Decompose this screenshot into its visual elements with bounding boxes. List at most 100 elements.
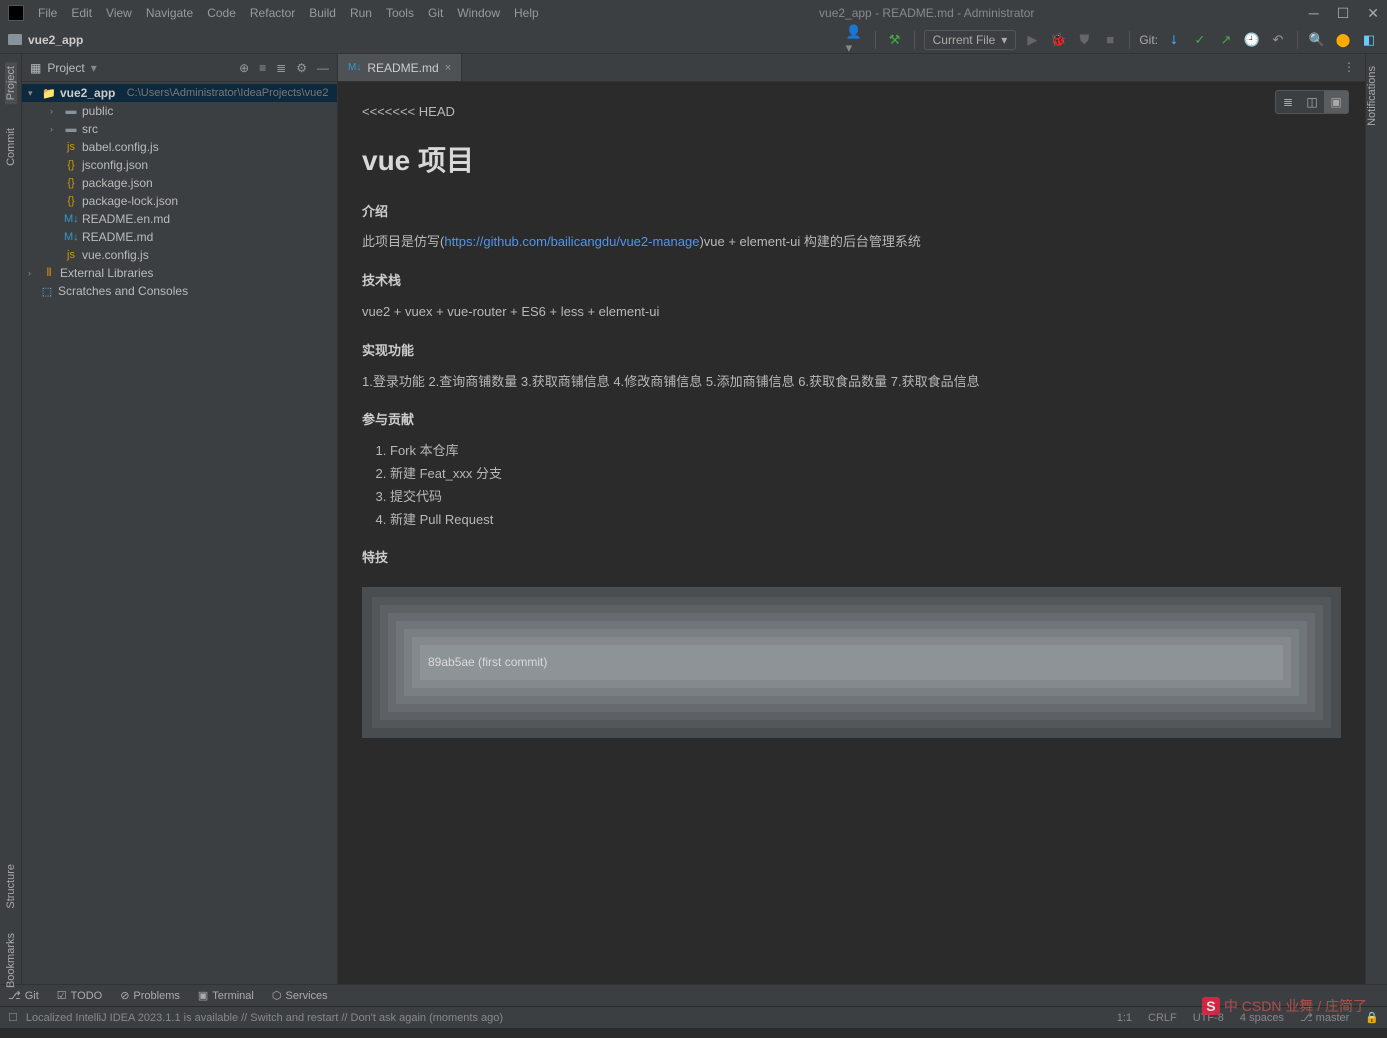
tree-folder-src[interactable]: ›▬src [22, 120, 337, 138]
tree-folder-public[interactable]: ›▬public [22, 102, 337, 120]
menu-build[interactable]: Build [303, 4, 342, 22]
git-update-icon[interactable]: ⭣ [1164, 30, 1184, 50]
preview-mode-toggle: ≣ ◫ ▣ [1275, 90, 1349, 114]
menu-edit[interactable]: Edit [65, 4, 98, 22]
search-icon[interactable]: 🔍 [1307, 30, 1327, 50]
folder-icon [8, 34, 22, 45]
hamburger-icon[interactable]: ◧ [1359, 30, 1379, 50]
doc-section: 参与贡献 [362, 410, 1341, 431]
tree-file[interactable]: {}jsconfig.json [22, 156, 337, 174]
menu-help[interactable]: Help [508, 4, 545, 22]
tree-file[interactable]: jsbabel.config.js [22, 138, 337, 156]
tab-label: README.md [367, 61, 438, 75]
nested-block: 89ab5ae (first commit) [362, 587, 1341, 738]
tree-file[interactable]: {}package.json [22, 174, 337, 192]
chevron-down-icon[interactable]: ▾ [91, 61, 97, 75]
editor-area: M↓ README.md × ⋮ ≣ ◫ ▣ <<<<<<< HEAD vue … [338, 54, 1365, 984]
tool-commit[interactable]: Commit [5, 124, 17, 170]
expand-icon[interactable]: ≡ [259, 61, 266, 75]
status-message[interactable]: Localized IntelliJ IDEA 2023.1.1 is avai… [26, 1012, 503, 1024]
sidebar-title[interactable]: Project [47, 61, 84, 75]
close-tab-icon[interactable]: × [445, 62, 451, 74]
minimize-button[interactable]: ─ [1309, 5, 1319, 22]
tree-ext-lib[interactable]: ›⫴External Libraries [22, 264, 337, 282]
markdown-preview[interactable]: <<<<<<< HEAD vue 项目 介绍 此项目是仿写(https://gi… [338, 82, 1365, 984]
tree-file[interactable]: jsvue.config.js [22, 246, 337, 264]
ide-settings-icon[interactable]: ⬤ [1333, 30, 1353, 50]
tool-structure[interactable]: Structure [5, 860, 17, 913]
coverage-icon[interactable]: ⛊ [1074, 30, 1094, 50]
preview-mode-icon[interactable]: ▣ [1324, 91, 1348, 113]
line-sep[interactable]: CRLF [1148, 1012, 1177, 1024]
tree-file[interactable]: M↓README.md [22, 228, 337, 246]
status-icon[interactable]: ☐ [8, 1011, 18, 1024]
run-config-select[interactable]: Current File▾ [924, 30, 1017, 50]
doc-link[interactable]: https://github.com/bailicangdu/vue2-mana… [444, 234, 699, 249]
merge-head-marker: <<<<<<< HEAD [362, 102, 1341, 123]
menu-git[interactable]: Git [422, 4, 449, 22]
run-icon[interactable]: ▶ [1022, 30, 1042, 50]
doc-section: 介绍 [362, 202, 1341, 223]
tool-todo[interactable]: ☑ TODO [57, 989, 102, 1002]
editor-mode-icon[interactable]: ≣ [1276, 91, 1300, 113]
status-bar: ☐ Localized IntelliJ IDEA 2023.1.1 is av… [0, 1006, 1387, 1028]
locate-icon[interactable]: ⊕ [239, 61, 249, 75]
menu-file[interactable]: File [32, 4, 63, 22]
menu-view[interactable]: View [100, 4, 138, 22]
git-rollback-icon[interactable]: ↶ [1268, 30, 1288, 50]
doc-h1: vue 项目 [362, 139, 1341, 184]
git-push-icon[interactable]: ↗ [1216, 30, 1236, 50]
doc-section: 实现功能 [362, 341, 1341, 362]
markdown-icon: M↓ [348, 62, 361, 73]
menu-tools[interactable]: Tools [380, 4, 420, 22]
hide-icon[interactable]: — [317, 61, 329, 75]
tool-bookmarks[interactable]: Bookmarks [5, 929, 17, 992]
tab-menu-icon[interactable]: ⋮ [1333, 54, 1365, 81]
tree-root[interactable]: ▾📁 vue2_app C:\Users\Administrator\IdeaP… [22, 84, 337, 102]
editor-tab[interactable]: M↓ README.md × [338, 54, 462, 81]
menu-refactor[interactable]: Refactor [244, 4, 301, 22]
list-item: 新建 Pull Request [390, 510, 1341, 531]
maximize-button[interactable]: ☐ [1337, 5, 1350, 22]
main-menu: File Edit View Navigate Code Refactor Bu… [32, 4, 545, 22]
split-mode-icon[interactable]: ◫ [1300, 91, 1324, 113]
lock-icon[interactable]: 🔒 [1365, 1011, 1379, 1024]
git-commit-icon[interactable]: ✓ [1190, 30, 1210, 50]
tree-scratches[interactable]: ⬚Scratches and Consoles [22, 282, 337, 300]
git-history-icon[interactable]: 🕘 [1242, 30, 1262, 50]
menu-run[interactable]: Run [344, 4, 378, 22]
menu-code[interactable]: Code [201, 4, 242, 22]
stop-icon[interactable]: ■ [1100, 30, 1120, 50]
tree-file[interactable]: {}package-lock.json [22, 192, 337, 210]
gear-icon[interactable]: ⚙ [296, 61, 307, 75]
collapse-icon[interactable]: ≣ [276, 61, 286, 75]
tool-problems[interactable]: ⊘ Problems [120, 989, 180, 1002]
doc-paragraph: 此项目是仿写(https://github.com/bailicangdu/vu… [362, 232, 1341, 253]
project-view-icon: ▦ [30, 61, 41, 75]
project-tree: ▾📁 vue2_app C:\Users\Administrator\IdeaP… [22, 82, 337, 302]
debug-icon[interactable]: 🐞 [1048, 30, 1068, 50]
right-tool-strip: Notifications [1365, 54, 1387, 984]
build-icon[interactable]: ⚒ [885, 30, 905, 50]
left-tool-strip: Project Commit [0, 54, 22, 984]
doc-paragraph: 1.登录功能 2.查询商铺数量 3.获取商铺信息 4.修改商铺信息 5.添加商铺… [362, 372, 1341, 393]
project-sidebar: ▦ Project ▾ ⊕ ≡ ≣ ⚙ — ▾📁 vue2_app C:\Use… [22, 54, 338, 984]
bottom-tool-bar: ⎇ Git ☑ TODO ⊘ Problems ▣ Terminal ⬡ Ser… [0, 984, 1387, 1006]
list-item: Fork 本仓库 [390, 441, 1341, 462]
menu-window[interactable]: Window [451, 4, 506, 22]
list-item: 提交代码 [390, 487, 1341, 508]
tree-file[interactable]: M↓README.en.md [22, 210, 337, 228]
doc-list: Fork 本仓库 新建 Feat_xxx 分支 提交代码 新建 Pull Req… [384, 441, 1341, 530]
breadcrumb[interactable]: vue2_app [28, 33, 83, 47]
tool-services[interactable]: ⬡ Services [272, 989, 328, 1002]
close-button[interactable]: ✕ [1367, 5, 1379, 22]
doc-paragraph: vue2 + vuex + vue-router + ES6 + less + … [362, 302, 1341, 323]
tool-notifications[interactable]: Notifications [1366, 62, 1378, 130]
code-with-me-icon[interactable]: 👤▾ [846, 30, 866, 50]
menu-navigate[interactable]: Navigate [140, 4, 199, 22]
tool-project[interactable]: Project [5, 62, 17, 104]
title-bar: File Edit View Navigate Code Refactor Bu… [0, 0, 1387, 26]
tool-terminal[interactable]: ▣ Terminal [198, 989, 254, 1002]
caret-pos[interactable]: 1:1 [1117, 1012, 1132, 1024]
git-label: Git: [1139, 33, 1158, 47]
